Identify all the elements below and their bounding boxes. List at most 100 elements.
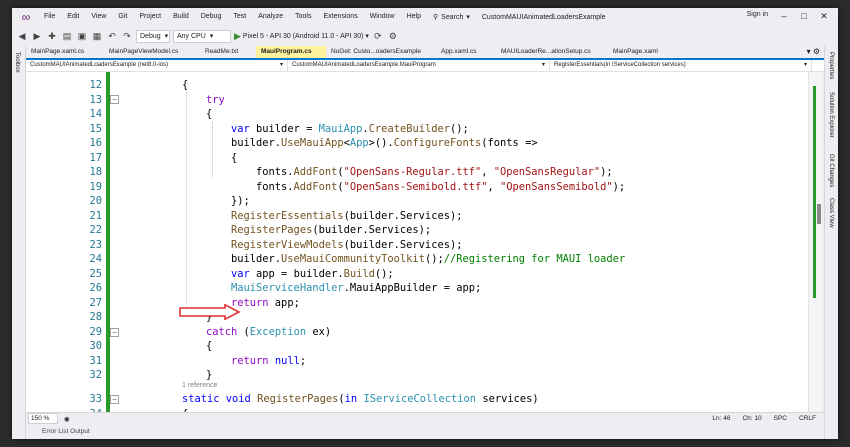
- code-token: "OpenSansRegular": [493, 166, 601, 178]
- maximize-icon[interactable]: □: [794, 8, 814, 24]
- line-number: 24: [89, 253, 102, 265]
- sign-in-link[interactable]: Sign in: [747, 11, 768, 18]
- settings-icon[interactable]: ⚙: [387, 31, 399, 42]
- code-token: app = builder.: [249, 267, 344, 280]
- code-token: ();: [424, 253, 444, 265]
- code-token: in: [344, 393, 364, 405]
- class-dropdown[interactable]: CustomMAUIAnimatedLoadersExample.MauiPro…: [288, 60, 550, 71]
- configuration-select[interactable]: Debug ▾: [136, 29, 170, 43]
- search-label: Search: [441, 13, 464, 21]
- tab-readme[interactable]: ReadMe.txt: [200, 46, 256, 58]
- line-number: 25: [89, 267, 102, 280]
- code-token: App: [349, 137, 369, 149]
- back-icon[interactable]: ◀: [16, 31, 28, 42]
- play-icon: ▶: [234, 30, 241, 41]
- whitespace-indicator[interactable]: SPC: [774, 415, 787, 422]
- code-line-17: {: [231, 151, 838, 165]
- vertical-scrollbar[interactable]: [808, 72, 822, 412]
- menu-tools[interactable]: Tools: [289, 8, 317, 26]
- code-token: builder.: [231, 253, 282, 265]
- annotation-arrow-icon: [179, 304, 241, 320]
- menu-help[interactable]: Help: [401, 8, 427, 26]
- code-line-29: catch (Exception ex): [206, 325, 332, 338]
- code-token: var: [231, 122, 250, 135]
- tab-overflow-icon[interactable]: ▾ ⚙: [807, 46, 824, 58]
- code-line-21: RegisterEssentials(builder.Services);: [231, 209, 838, 223]
- tab-mainpage-xaml-cs[interactable]: MainPage.xaml.cs: [26, 46, 104, 58]
- tab-mauiloader-setup[interactable]: MAUILoaderRe...ationSetup.cs: [496, 46, 608, 58]
- menu-build[interactable]: Build: [167, 8, 195, 26]
- line-indicator: Ln: 46: [712, 415, 731, 422]
- chevron-down-icon: ▾: [466, 14, 470, 21]
- codelens-references[interactable]: 1 reference: [182, 382, 217, 389]
- menu-analyze[interactable]: Analyze: [252, 8, 289, 26]
- issues-icon[interactable]: ◉: [64, 415, 70, 423]
- scrollbar-thumb[interactable]: [817, 204, 821, 224]
- undo-icon[interactable]: ↶: [106, 31, 118, 42]
- menu-project[interactable]: Project: [133, 8, 167, 26]
- save-all-icon[interactable]: ▦: [91, 31, 103, 42]
- toolbox-label: Toolbox: [14, 52, 20, 73]
- platform-select[interactable]: Any CPU ▾: [173, 29, 231, 43]
- properties-panel-tab[interactable]: Properties: [828, 52, 834, 79]
- toolbar: ◀ ▶ ✚ ▤ ▣ ▦ ↶ ↷ Debug ▾ Any CPU ▾ ▶ Pixe…: [12, 26, 838, 46]
- line-number-gutter: 12 13 14 15 16 17 18 19 20 21 22 23 24 2…: [26, 72, 104, 420]
- menu-file[interactable]: File: [38, 8, 61, 26]
- menu-extensions[interactable]: Extensions: [317, 8, 363, 26]
- toolbox-strip[interactable]: Toolbox: [12, 46, 26, 439]
- code-token: Exception: [249, 325, 307, 338]
- line-number: 22: [89, 224, 102, 236]
- tab-nuget[interactable]: NuGet: Custo...oadersExample: [326, 46, 436, 58]
- code-line-14: {: [206, 107, 838, 121]
- member-dropdown[interactable]: RegisterEssentials(in IServiceCollection…: [550, 60, 812, 71]
- tab-app-xaml-cs[interactable]: App.xaml.cs: [436, 46, 496, 58]
- chevron-down-icon: ▾: [279, 62, 283, 68]
- save-icon[interactable]: ▣: [76, 31, 88, 42]
- minimize-icon[interactable]: –: [774, 8, 794, 24]
- tab-mainpage-xaml[interactable]: MainPage.xaml: [608, 46, 688, 58]
- code-token: RegisterEssentials: [231, 209, 344, 222]
- redo-icon[interactable]: ↷: [121, 31, 133, 42]
- tab-mainpageviewmodel[interactable]: MainPageViewModel.cs: [104, 46, 200, 58]
- code-line-22: RegisterPages(builder.Services);: [231, 223, 838, 237]
- hot-reload-icon[interactable]: ⟳: [372, 31, 384, 42]
- menu-bar: ∞ File Edit View Git Project Build Debug…: [12, 8, 838, 26]
- zoom-select[interactable]: 150 %: [28, 413, 58, 424]
- menu-test[interactable]: Test: [227, 8, 252, 26]
- code-token: RegisterViewModels: [231, 238, 344, 251]
- code-editor[interactable]: 12 13 14 15 16 17 18 19 20 21 22 23 24 2…: [26, 72, 816, 420]
- line-number: 17: [89, 151, 102, 164]
- chevron-down-icon: ▾: [803, 62, 807, 68]
- indent-guide: [186, 92, 187, 308]
- project-dropdown[interactable]: CustomMAUIAnimatedLoadersExample (net8.0…: [26, 60, 288, 71]
- menu-debug[interactable]: Debug: [195, 8, 228, 26]
- code-token: ;: [299, 354, 307, 367]
- code-line-34: static void RegisterPages(in IServiceCol…: [182, 393, 539, 405]
- line-ending-indicator[interactable]: CRLF: [799, 415, 816, 422]
- menu-view[interactable]: View: [85, 8, 112, 26]
- search-box[interactable]: ⚲ Search ▾: [433, 13, 470, 22]
- forward-icon[interactable]: ▶: [31, 31, 43, 42]
- line-number: 31: [89, 354, 102, 367]
- tab-mauiprogram[interactable]: MauiProgram.cs: [256, 46, 326, 58]
- code-token: UseMauiApp: [281, 137, 344, 149]
- code-token: (builder.Services);: [343, 209, 463, 222]
- navigation-bar: CustomMAUIAnimatedLoadersExample (net8.0…: [26, 60, 824, 72]
- screenshot-frame: ∞ File Edit View Git Project Build Debug…: [0, 0, 850, 447]
- new-project-icon[interactable]: ✚: [46, 31, 58, 42]
- editor-status-bar: 150 % ◉ Ln: 46 Ch: 10 SPC CRLF: [26, 412, 824, 424]
- code-area[interactable]: { try { var builder = MauiApp.CreateBuil…: [118, 72, 808, 420]
- platform-value: Any CPU: [177, 32, 206, 40]
- code-token: AddFont: [293, 166, 338, 178]
- run-target-button[interactable]: ▶ Pixel 5 - API 30 (Android 11.0 - API 3…: [234, 31, 369, 42]
- menu-git[interactable]: Git: [112, 8, 133, 26]
- bottom-tool-tabs[interactable]: Error List Output: [26, 424, 824, 439]
- code-token: null: [274, 354, 300, 367]
- close-icon[interactable]: ✕: [814, 8, 834, 24]
- menu-edit[interactable]: Edit: [61, 8, 85, 26]
- code-token: app;: [268, 296, 300, 309]
- document-tabs: MainPage.xaml.cs MainPageViewModel.cs Re…: [26, 46, 824, 60]
- line-number: 23: [89, 238, 102, 251]
- open-folder-icon[interactable]: ▤: [61, 31, 73, 42]
- menu-window[interactable]: Window: [364, 8, 401, 26]
